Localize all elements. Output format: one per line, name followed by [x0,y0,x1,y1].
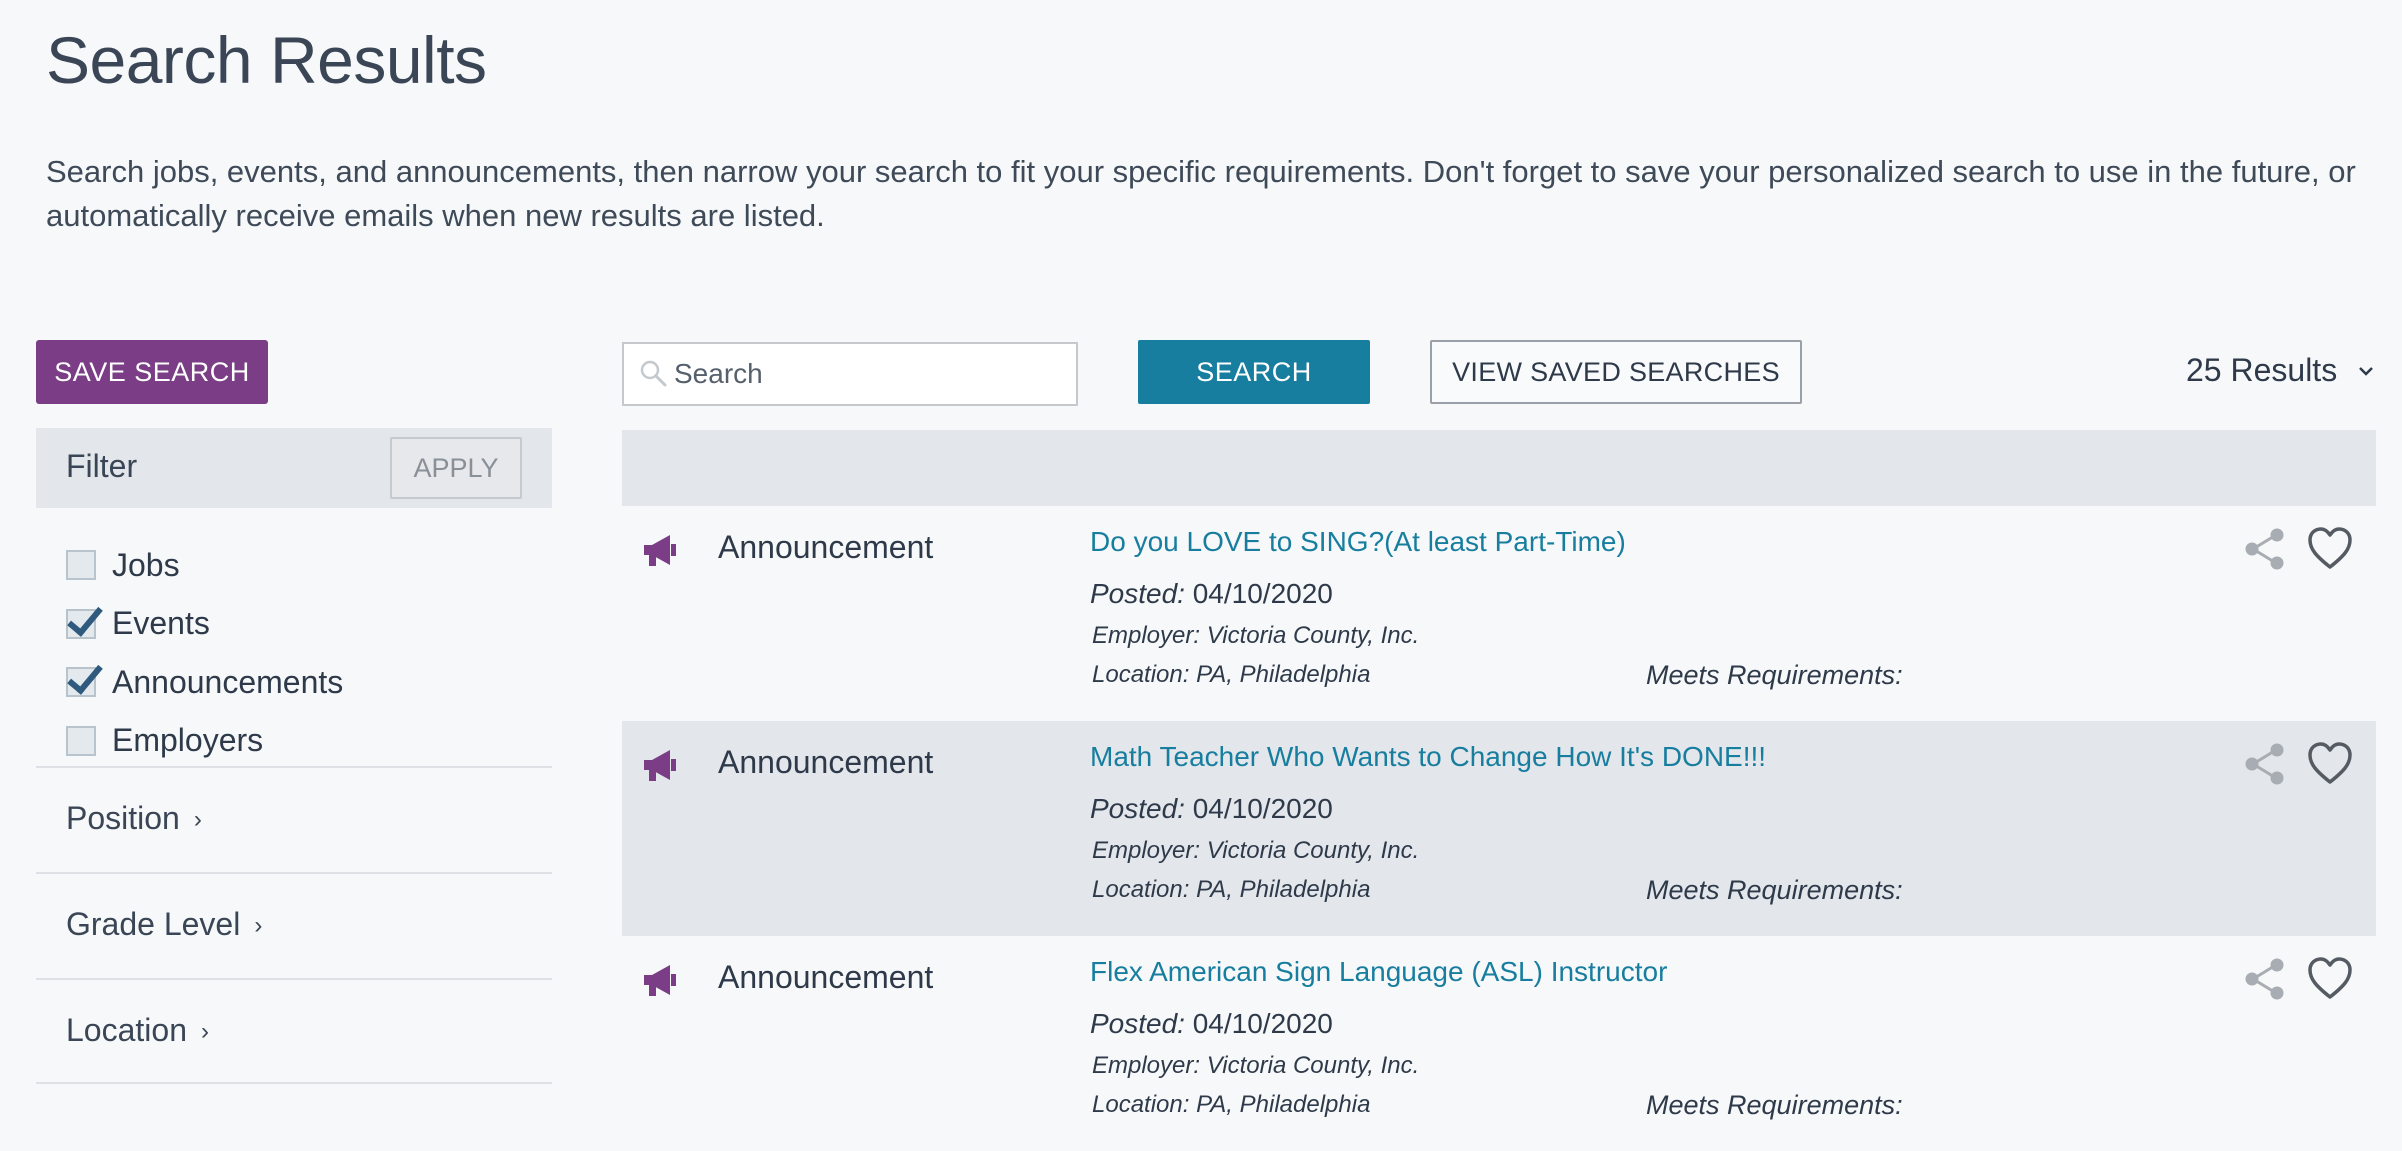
results-list: Announcement Do you LOVE to SING?(At lea… [622,506,2376,1151]
apply-button[interactable]: APPLY [390,437,522,499]
facet-location-label: Location › [66,1012,209,1048]
result-type: Announcement [718,744,934,780]
results-count-label: 25 Results [2186,352,2338,388]
result-employer: Employer: Victoria County, Inc. [1092,622,1420,649]
result-title-link[interactable]: Math Teacher Who Wants to Change How It'… [1090,741,1766,773]
heart-icon[interactable] [2306,956,2354,1002]
facet-grade-level[interactable]: Grade Level › [36,872,552,978]
result-posted: Posted: 04/10/2020 [1090,793,1333,824]
result-location: Location: PA, Philadelphia [1092,661,1371,688]
megaphone-icon [644,535,676,566]
search-icon [640,360,667,387]
result-posted: Posted: 04/10/2020 [1090,578,1333,609]
filter-events[interactable]: Events [66,595,552,654]
filter-announcements[interactable]: Announcements [66,653,552,712]
share-icon[interactable] [2242,741,2288,787]
result-employer: Employer: Victoria County, Inc. [1092,1052,1420,1079]
employers-checkbox[interactable] [66,725,96,756]
result-employer: Employer: Victoria County, Inc. [1092,837,1420,864]
page-title: Search Results [46,23,487,97]
search-button[interactable]: SEARCH [1138,340,1370,404]
result-location: Location: PA, Philadelphia [1092,1091,1371,1118]
announcements-checkbox[interactable] [66,667,96,698]
filter-panel: Filter APPLY Jobs Events Announcements E… [36,428,552,1084]
result-meets-requirements: Meets Requirements: [1646,1090,1903,1120]
chevron-right-icon: › [200,1018,209,1045]
employers-label: Employers [112,722,264,759]
heart-icon[interactable] [2306,741,2354,787]
events-checkbox[interactable] [66,608,96,639]
chevron-right-icon: › [193,806,202,833]
megaphone-icon [644,750,676,781]
search-input[interactable] [622,342,1078,406]
type-filter-list: Jobs Events Announcements Employers [36,508,552,766]
jobs-label: Jobs [112,546,180,583]
events-label: Events [112,605,210,642]
result-type: Announcement [718,529,934,565]
facet-position[interactable]: Position › [36,766,552,872]
filter-title: Filter [66,448,138,484]
heart-icon[interactable] [2306,526,2354,572]
result-title-link[interactable]: Do you LOVE to SING?(At least Part-Time) [1090,526,1626,558]
filter-jobs[interactable]: Jobs [66,536,552,595]
megaphone-icon [644,965,676,996]
result-type: Announcement [718,959,934,995]
result-row: Announcement Math Teacher Who Wants to C… [622,721,2376,936]
result-location: Location: PA, Philadelphia [1092,876,1371,903]
announcements-label: Announcements [112,663,344,700]
result-meets-requirements: Meets Requirements: [1646,875,1903,905]
result-posted: Posted: 04/10/2020 [1090,1008,1333,1039]
page-intro: Search jobs, events, and announcements, … [46,154,2356,233]
view-saved-searches-button[interactable]: VIEW SAVED SEARCHES [1430,340,1802,404]
jobs-checkbox[interactable] [66,550,96,581]
chevron-down-icon [2359,366,2374,376]
share-icon[interactable] [2242,526,2288,572]
result-row: Announcement Do you LOVE to SING?(At lea… [622,506,2376,721]
result-meets-requirements: Meets Requirements: [1646,660,1903,690]
share-icon[interactable] [2242,956,2288,1002]
facet-grade-level-label: Grade Level › [66,906,263,942]
save-search-button[interactable]: SAVE SEARCH [36,340,268,404]
result-title-link[interactable]: Flex American Sign Language (ASL) Instru… [1090,956,1667,988]
filter-header: Filter APPLY [36,428,552,508]
results-count-dropdown[interactable]: 25 Results [2186,352,2377,389]
facet-location[interactable]: Location › [36,978,552,1084]
results-header-bar [622,430,2376,506]
chevron-right-icon: › [254,912,263,939]
filter-employers[interactable]: Employers [66,712,552,771]
facet-position-label: Position › [66,800,202,836]
result-row: Announcement Flex American Sign Language… [622,936,2376,1151]
